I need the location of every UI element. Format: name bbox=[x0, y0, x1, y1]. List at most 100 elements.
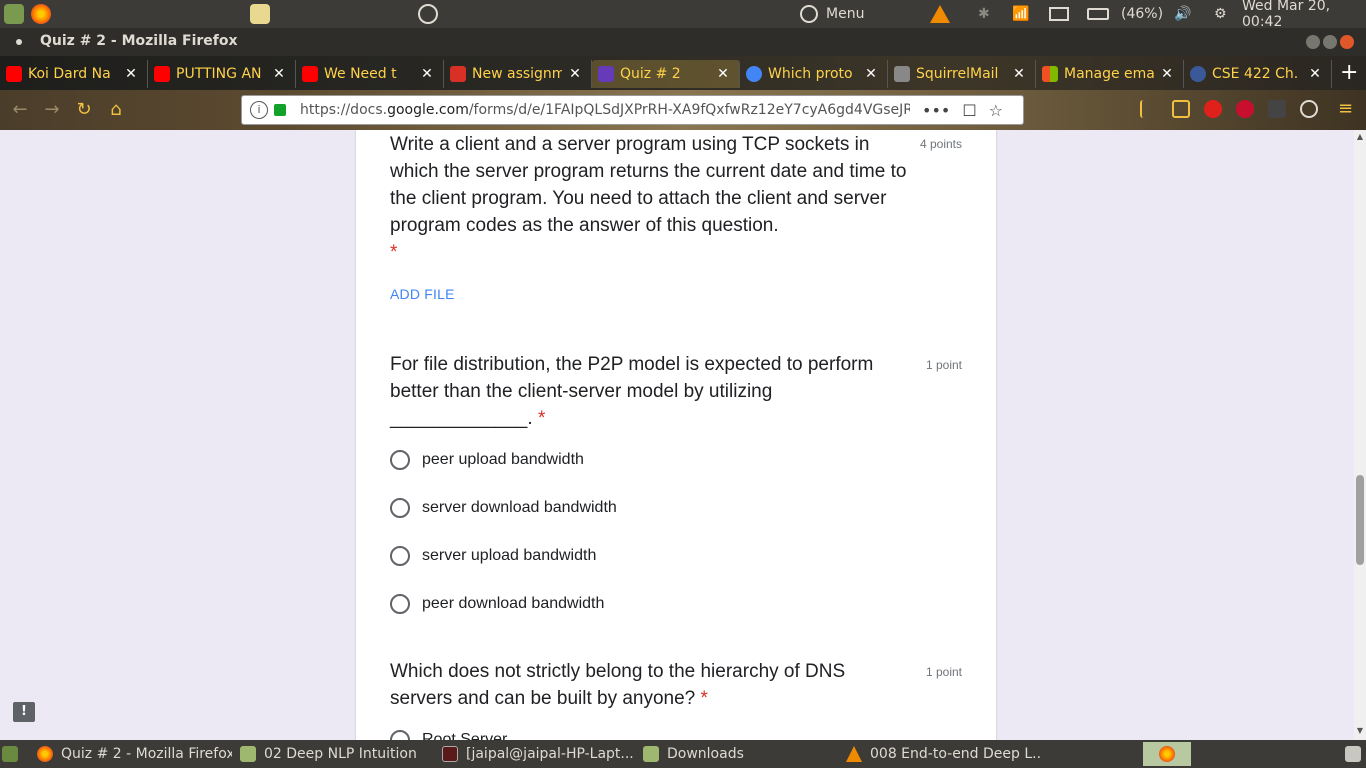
option-label: peer upload bandwidth bbox=[422, 451, 584, 468]
tab-we-need[interactable]: We Need t ✕ bbox=[296, 60, 444, 88]
downloads-folder-icon bbox=[643, 746, 659, 762]
option-server-download[interactable]: server download bandwidth bbox=[390, 497, 617, 519]
tab-putting-an[interactable]: PUTTING AN ✕ bbox=[148, 60, 296, 88]
workspace-switcher[interactable] bbox=[1143, 742, 1191, 766]
radio-button[interactable] bbox=[390, 594, 410, 614]
new-tab-button[interactable]: + bbox=[1340, 60, 1358, 85]
add-file-button[interactable]: ADD FILE bbox=[390, 286, 455, 302]
maximize-button[interactable] bbox=[1323, 35, 1337, 49]
tab-close-icon[interactable]: ✕ bbox=[568, 66, 582, 82]
option-peer-upload[interactable]: peer upload bandwidth bbox=[390, 449, 584, 471]
printer-icon[interactable] bbox=[250, 4, 270, 24]
show-desktop-icon[interactable] bbox=[2, 744, 22, 764]
forward-arrow-icon[interactable]: → bbox=[40, 98, 64, 122]
scroll-up-arrow-icon[interactable]: ▲ bbox=[1354, 132, 1366, 141]
settings-gear-icon[interactable]: ⚙ bbox=[1214, 4, 1227, 24]
react-devtools-icon[interactable] bbox=[1300, 100, 1318, 118]
gmail-icon bbox=[450, 66, 466, 82]
question-1-title: Write a client and a server program usin… bbox=[390, 134, 907, 263]
youtube-icon bbox=[302, 66, 318, 82]
vertical-scrollbar[interactable]: ▲ ▼ bbox=[1354, 130, 1366, 740]
menu-label[interactable]: Menu bbox=[826, 4, 864, 24]
tab-close-icon[interactable]: ✕ bbox=[864, 66, 878, 82]
taskbar-item-folder[interactable]: 02 Deep NLP Intuition bbox=[240, 744, 430, 764]
minimize-button[interactable] bbox=[1306, 35, 1320, 49]
tab-new-assignment[interactable]: New assignm ✕ bbox=[444, 60, 592, 88]
option-label: Root Server bbox=[422, 731, 508, 740]
vlc-tray-icon[interactable] bbox=[930, 4, 950, 24]
taskbar-item-terminal[interactable]: [jaipal@jaipal-HP-Lapt... bbox=[442, 744, 636, 764]
radio-button[interactable] bbox=[390, 498, 410, 518]
url-text[interactable]: https://docs.google.com/forms/d/e/1FAIpQ… bbox=[300, 102, 910, 118]
radio-button[interactable] bbox=[390, 546, 410, 566]
taskbar-item-label: [jaipal@jaipal-HP-Lapt... bbox=[466, 746, 634, 762]
option-server-upload[interactable]: server upload bandwidth bbox=[390, 545, 596, 567]
reload-icon[interactable]: ↻ bbox=[72, 98, 96, 122]
radio-button[interactable] bbox=[390, 730, 410, 740]
taskbar-item-label: 02 Deep NLP Intuition bbox=[264, 746, 417, 762]
system-app-icon[interactable] bbox=[4, 4, 24, 24]
taskbar-item-label: 008 End-to-end Deep L... bbox=[870, 746, 1040, 762]
taskbar-item-downloads[interactable]: Downloads bbox=[643, 744, 833, 764]
tab-koi-dard[interactable]: Koi Dard Na ✕ bbox=[0, 60, 148, 88]
option-peer-download[interactable]: peer download bandwidth bbox=[390, 593, 604, 615]
window-title-bar: Quiz # 2 - Mozilla Firefox bbox=[0, 28, 1366, 56]
mail-icon[interactable] bbox=[1049, 4, 1069, 24]
bookmark-star-icon[interactable]: ☆ bbox=[989, 101, 1003, 120]
library-icon[interactable] bbox=[1140, 100, 1158, 118]
feedback-icon[interactable]: ! bbox=[13, 702, 35, 722]
adblock-plus-icon[interactable] bbox=[1236, 100, 1254, 118]
tab-label: Which proto bbox=[768, 66, 853, 82]
tab-which-protocol[interactable]: Which proto ✕ bbox=[740, 60, 888, 88]
hamburger-menu-icon[interactable]: ≡ bbox=[1338, 100, 1356, 118]
tab-manage-email[interactable]: Manage emai ✕ bbox=[1036, 60, 1184, 88]
battery-icon[interactable] bbox=[1087, 4, 1109, 24]
firefox-icon bbox=[37, 746, 53, 762]
menu-icon[interactable] bbox=[800, 4, 818, 24]
sidebar-icon[interactable] bbox=[1172, 100, 1190, 118]
bluetooth-icon[interactable]: ✱ bbox=[978, 4, 990, 24]
microsoft-icon bbox=[1042, 66, 1058, 82]
option-label: server download bandwidth bbox=[422, 499, 617, 516]
extension-icon[interactable] bbox=[1268, 100, 1286, 118]
tab-close-icon[interactable]: ✕ bbox=[272, 66, 286, 82]
question-2-title: For file distribution, the P2P model is … bbox=[390, 354, 874, 429]
option-root-server[interactable]: Root Server bbox=[390, 729, 507, 740]
radio-button[interactable] bbox=[390, 450, 410, 470]
tab-close-icon[interactable]: ✕ bbox=[420, 66, 434, 82]
home-icon[interactable]: ⌂ bbox=[104, 98, 128, 122]
opera-extension-icon[interactable] bbox=[1204, 100, 1222, 118]
back-arrow-icon[interactable]: ← bbox=[8, 98, 32, 122]
tab-squirrelmail[interactable]: SquirrelMail ✕ bbox=[888, 60, 1036, 88]
tab-close-icon[interactable]: ✕ bbox=[124, 66, 138, 82]
scroll-down-arrow-icon[interactable]: ▼ bbox=[1354, 726, 1366, 735]
firefox-launcher-icon[interactable] bbox=[31, 4, 51, 24]
taskbar-item-firefox[interactable]: Quiz # 2 - Mozilla Firefox bbox=[37, 744, 232, 764]
firefox-icon bbox=[1159, 746, 1175, 762]
tab-quiz-2[interactable]: Quiz # 2 ✕ bbox=[592, 60, 740, 88]
tab-label: CSE 422 Ch. 2 bbox=[1212, 66, 1302, 82]
volume-icon[interactable]: 🔊 bbox=[1174, 4, 1191, 24]
clock[interactable]: Wed Mar 20, 00:42 bbox=[1242, 0, 1366, 30]
window-indicator-dot bbox=[16, 39, 22, 45]
option-label: peer download bandwidth bbox=[422, 595, 605, 612]
tab-label: PUTTING AN bbox=[176, 66, 262, 82]
update-icon[interactable] bbox=[418, 4, 438, 24]
address-bar[interactable]: i https://docs.google.com/forms/d/e/1FAI… bbox=[241, 95, 1024, 125]
pocket-icon[interactable]: ☐ bbox=[962, 101, 976, 120]
trash-icon[interactable] bbox=[1345, 744, 1363, 764]
site-info-icon[interactable]: i bbox=[250, 101, 268, 119]
tab-close-icon[interactable]: ✕ bbox=[1308, 66, 1322, 82]
tab-cse-422[interactable]: CSE 422 Ch. 2 ✕ bbox=[1184, 60, 1332, 88]
taskbar-item-vlc[interactable]: 008 End-to-end Deep L... bbox=[846, 744, 1040, 764]
tab-close-icon[interactable]: ✕ bbox=[1012, 66, 1026, 82]
bottom-taskbar: Quiz # 2 - Mozilla Firefox 02 Deep NLP I… bbox=[0, 740, 1366, 768]
option-label: server upload bandwidth bbox=[422, 547, 597, 564]
wifi-icon[interactable]: 📶 bbox=[1012, 4, 1029, 24]
required-mark: * bbox=[390, 242, 398, 263]
close-window-button[interactable] bbox=[1340, 35, 1354, 49]
tab-close-icon[interactable]: ✕ bbox=[1160, 66, 1174, 82]
page-actions-icon[interactable]: ••• bbox=[922, 101, 950, 120]
tab-close-icon[interactable]: ✕ bbox=[716, 66, 730, 82]
scrollbar-thumb[interactable] bbox=[1356, 475, 1364, 565]
